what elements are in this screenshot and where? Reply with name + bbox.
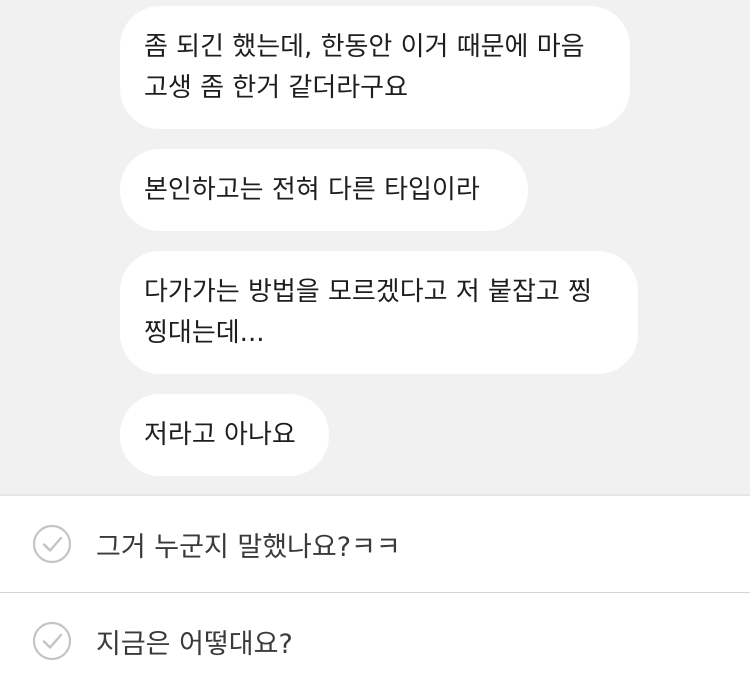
reply-option[interactable]: 지금은 어떻대요? xyxy=(0,593,750,689)
reply-option-label: 그거 누군지 말했나요?ㅋㅋ xyxy=(96,531,401,563)
message-bubble: 좀 되긴 했는데, 한동안 이거 때문에 마음 고생 좀 한거 같더라구요 xyxy=(120,6,630,129)
message-text: 좀 되긴 했는데, 한동안 이거 때문에 마음 고생 좀 한거 같더라구요 xyxy=(144,31,585,103)
reply-option-label: 지금은 어떻대요? xyxy=(96,628,293,660)
check-circle-icon xyxy=(32,524,72,564)
message-bubble: 본인하고는 전혀 다른 타입이라 xyxy=(120,149,528,231)
check-circle-icon xyxy=(32,621,72,661)
message-bubble: 다가가는 방법을 모르겠다고 저 붙잡고 찡 찡대는데... xyxy=(120,251,638,374)
message-text: 본인하고는 전혀 다른 타입이라 xyxy=(144,174,480,205)
message-bubble: 저라고 아나요 xyxy=(120,394,329,476)
message-text: 다가가는 방법을 모르겠다고 저 붙잡고 찡 찡대는데... xyxy=(144,276,592,348)
reply-options-list: 그거 누군지 말했나요?ㅋㅋ 지금은 어떻대요? xyxy=(0,496,750,682)
chat-area: 좀 되긴 했는데, 한동안 이거 때문에 마음 고생 좀 한거 같더라구요 본인… xyxy=(0,0,750,495)
message-text: 저라고 아나요 xyxy=(144,419,296,450)
reply-option[interactable]: 그거 누군지 말했나요?ㅋㅋ xyxy=(0,496,750,592)
